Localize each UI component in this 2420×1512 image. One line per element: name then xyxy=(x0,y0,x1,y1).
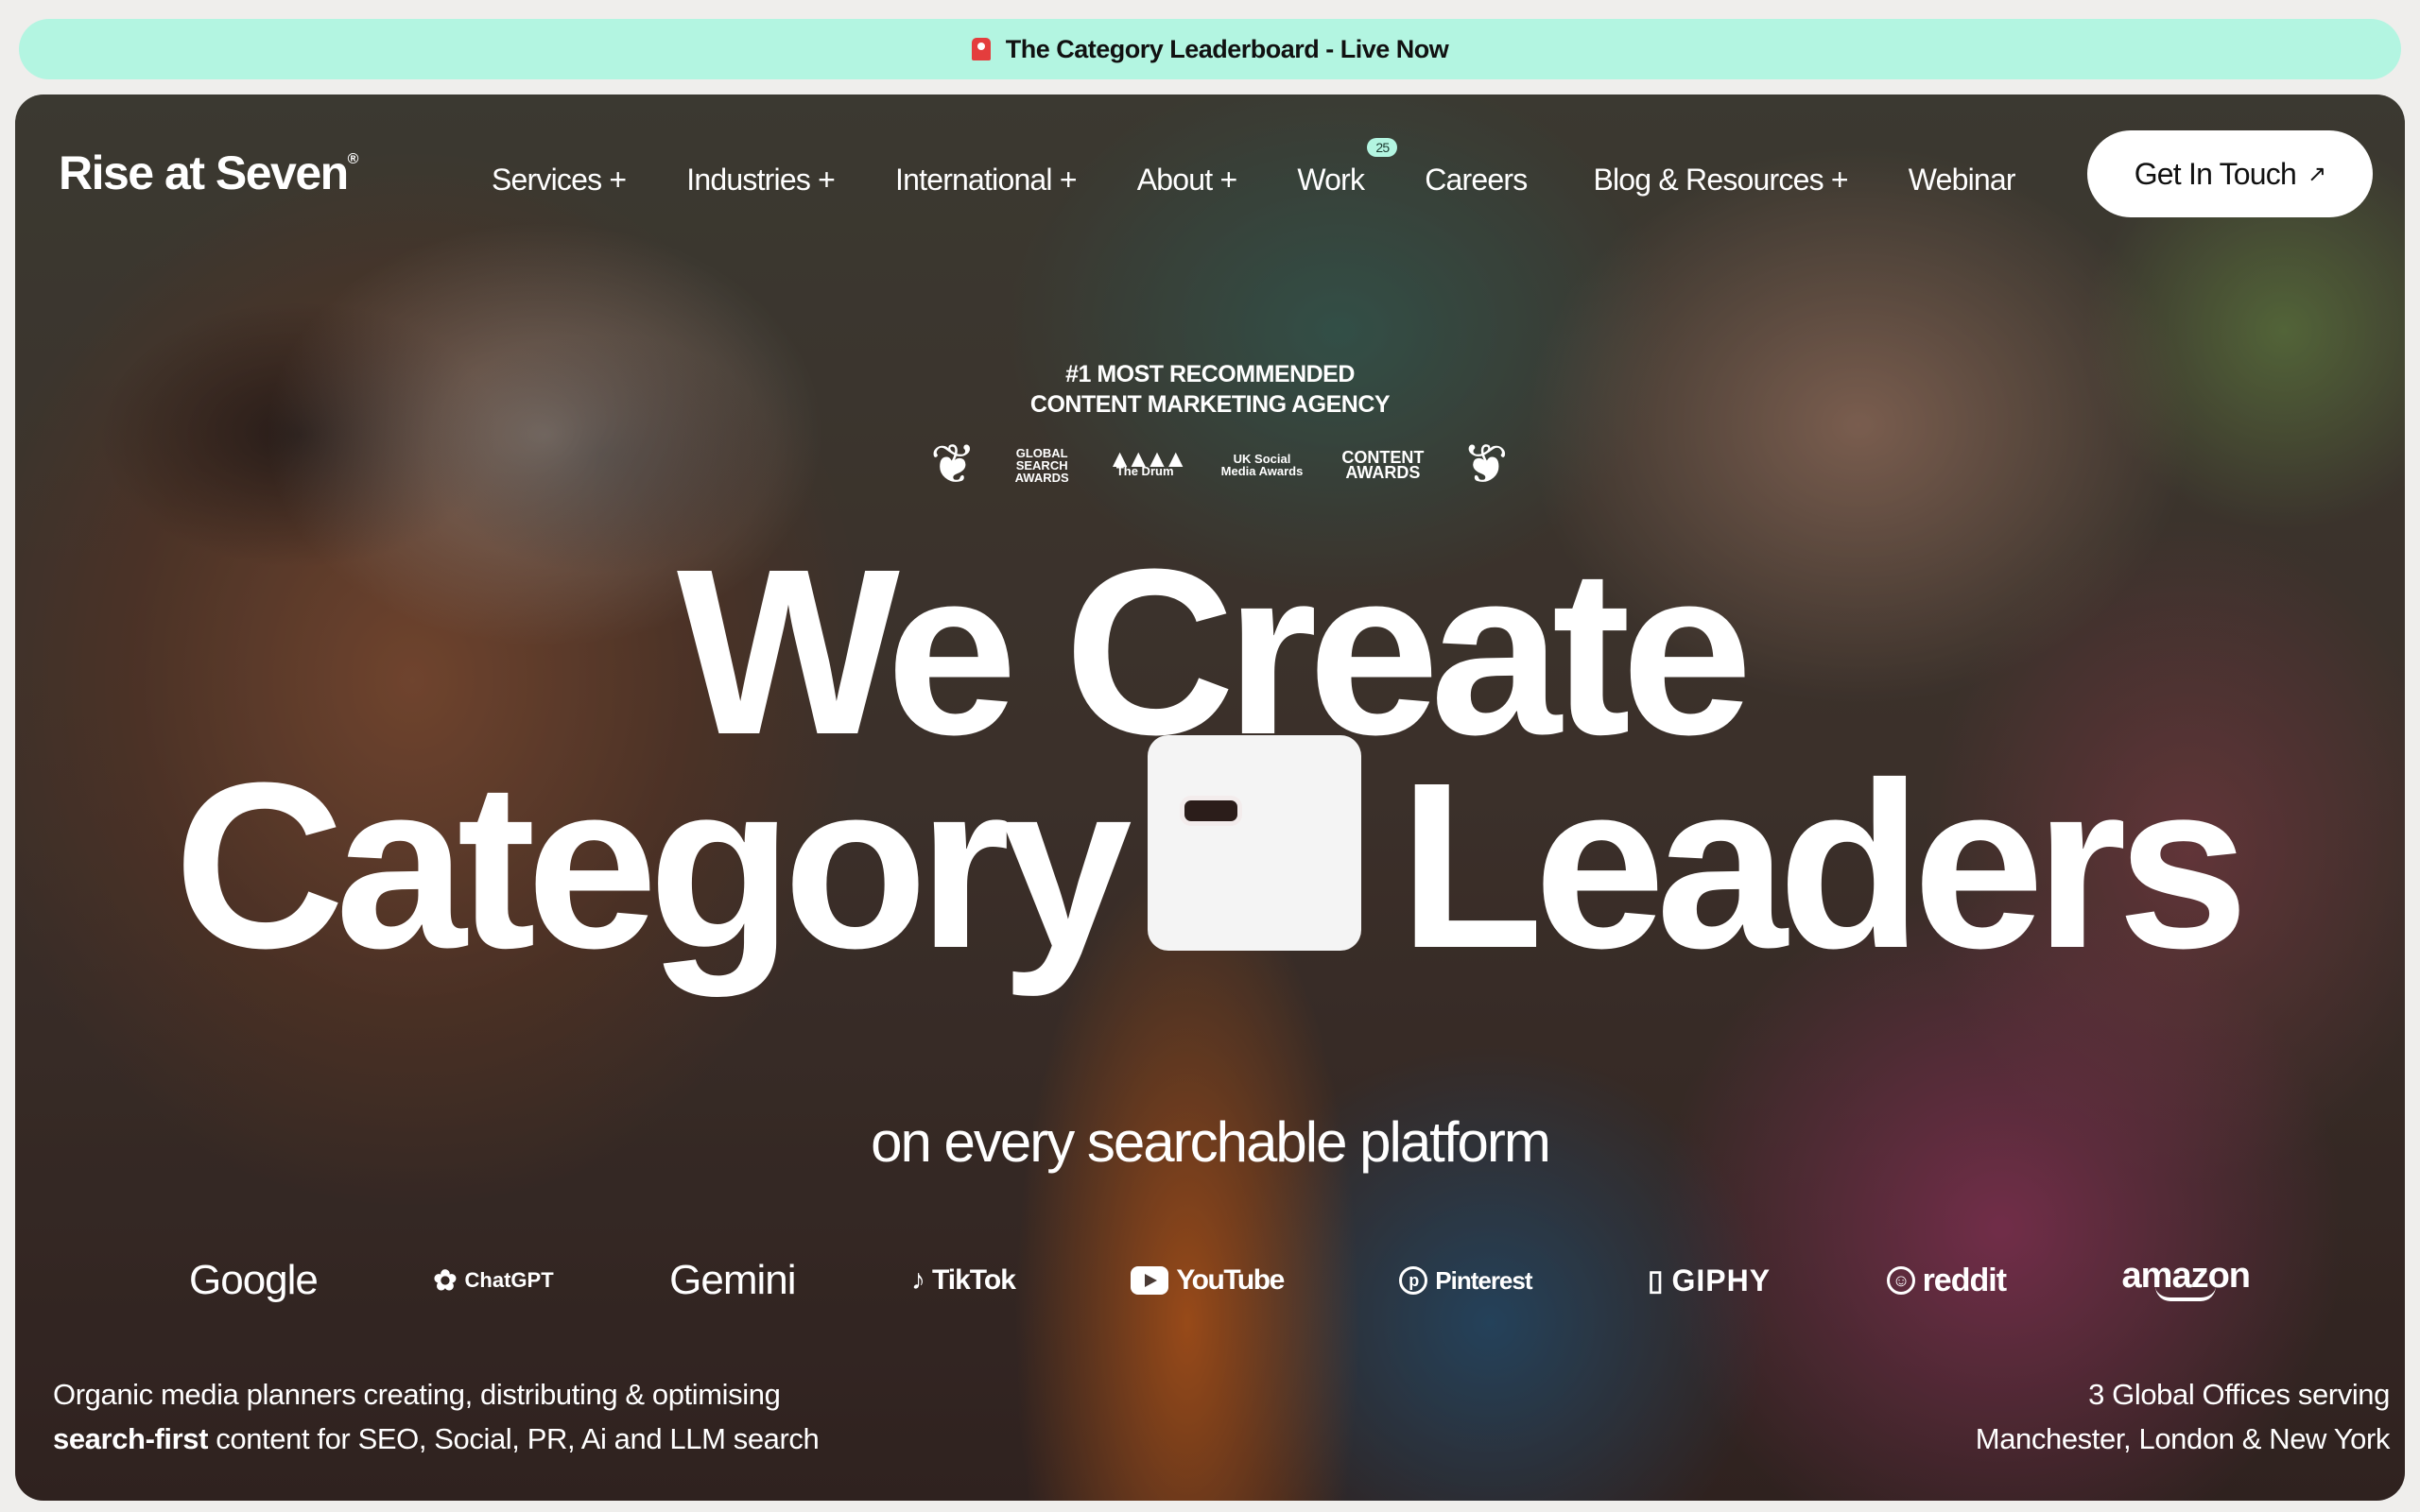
reddit-logo: ☺ reddit xyxy=(1886,1262,2007,1299)
sunglasses-shape xyxy=(1180,796,1242,826)
platform-name: Pinterest xyxy=(1435,1265,1532,1295)
platform-name: GIPHY xyxy=(1671,1263,1772,1297)
platform-name: Gemini xyxy=(669,1257,796,1303)
award-tagline: #1 MOST RECOMMENDED CONTENT MARKETING AG… xyxy=(15,359,2405,420)
offices-info: 3 Global Offices serving Manchester, Lon… xyxy=(1975,1372,2391,1461)
tagline-line-2: CONTENT MARKETING AGENCY xyxy=(1029,391,1391,418)
platform-name: reddit xyxy=(1922,1262,2007,1298)
offices-line-2: Manchester, London & New York xyxy=(1975,1422,2391,1455)
arrow-up-right-icon: ↗ xyxy=(2307,161,2326,187)
youtube-logo: YouTube xyxy=(1131,1264,1285,1297)
platform-name: Google xyxy=(189,1257,319,1303)
nav-item-blog-resources[interactable]: Blog & Resources + xyxy=(1593,163,1848,198)
platform-name: YouTube xyxy=(1176,1264,1285,1296)
laurel-left-icon: ❦ xyxy=(930,434,977,495)
award-global-search: GLOBAL SEARCH AWARDS xyxy=(1015,447,1069,484)
nav-item-work-label: Work xyxy=(1297,162,1365,197)
platform-name: ChatGPT xyxy=(464,1268,554,1292)
siren-icon xyxy=(971,38,991,60)
get-in-touch-label: Get In Touch xyxy=(2134,156,2297,191)
brand-name: Rise at Seven xyxy=(59,146,349,199)
openai-icon: ✿ xyxy=(433,1264,458,1297)
main-nav: Services + Industries + International + … xyxy=(492,137,2076,206)
platform-logos: Google ✿ ChatGPT Gemini ♪ TikTok YouTube p… xyxy=(189,1247,2251,1314)
get-in-touch-button[interactable]: Get In Touch ↗ xyxy=(2087,130,2373,217)
headline-word-leaders: Leaders xyxy=(1399,733,2249,997)
youtube-play-icon xyxy=(1131,1266,1169,1295)
headline-word-category: Category xyxy=(174,733,1132,997)
awards-row: ❦ GLOBAL SEARCH AWARDS ▲▲▲▲ The Drum UK … xyxy=(930,427,1509,503)
google-logo: Google xyxy=(189,1257,319,1304)
award-the-drum: ▲▲▲▲ The Drum xyxy=(1108,446,1188,478)
hero-section: Rise at Seven® Services + Industries + I… xyxy=(15,94,2405,1501)
nav-item-careers[interactable]: Careers xyxy=(1425,163,1528,198)
pinterest-icon: p xyxy=(1399,1266,1428,1295)
nav-item-webinar[interactable]: Webinar xyxy=(1909,163,2016,198)
amazon-smile-icon xyxy=(2155,1286,2217,1301)
nav-item-industries[interactable]: Industries + xyxy=(686,163,836,198)
registered-mark: ® xyxy=(347,151,359,167)
nav-item-work[interactable]: Work 25 xyxy=(1297,137,1398,198)
giphy-icon: ▯ xyxy=(1648,1264,1665,1297)
award-text: Media Awards xyxy=(1220,464,1304,478)
gemini-logo: Gemini xyxy=(669,1257,796,1304)
pinterest-logo: p Pinterest xyxy=(1399,1265,1533,1296)
announcement-text: The Category Leaderboard - Live Now xyxy=(1005,34,1449,63)
offices-line-1: 3 Global Offices serving xyxy=(2088,1378,2390,1411)
tiktok-note-icon: ♪ xyxy=(910,1264,925,1296)
announcement-bar[interactable]: The Category Leaderboard - Live Now xyxy=(19,19,2401,79)
description-line-1: Organic media planners creating, distrib… xyxy=(53,1378,781,1411)
award-text: GLOBAL xyxy=(1015,445,1068,460)
description-bold: search-first xyxy=(53,1422,209,1455)
award-text: AWARDS xyxy=(1014,470,1069,485)
award-uk-social: UK Social Media Awards xyxy=(1221,453,1304,477)
nav-item-international[interactable]: International + xyxy=(895,163,1078,198)
award-text: SEARCH xyxy=(1015,457,1068,472)
description-rest: content for SEO, Social, PR, Ai and LLM … xyxy=(208,1422,820,1455)
tiktok-logo: ♪ TikTok xyxy=(910,1264,1016,1297)
nav-item-services[interactable]: Services + xyxy=(492,163,627,198)
award-content-awards: CONTENT AWARDS xyxy=(1341,449,1424,482)
chatgpt-logo: ✿ ChatGPT xyxy=(433,1264,553,1297)
award-text: AWARDS xyxy=(1345,463,1421,482)
tagline-line-1: #1 MOST RECOMMENDED xyxy=(1065,361,1355,387)
award-text: The Drum xyxy=(1115,464,1174,478)
nav-item-about[interactable]: About + xyxy=(1137,163,1237,198)
giphy-logo: ▯ GIPHY xyxy=(1648,1263,1771,1298)
amazon-logo: amazon xyxy=(2122,1258,2251,1301)
subheadline: on every searchable platform xyxy=(871,1110,1551,1174)
platform-name: TikTok xyxy=(931,1264,1016,1296)
description-line-2: search-first content for SEO, Social, PR… xyxy=(53,1417,820,1461)
agency-description: Organic media planners creating, distrib… xyxy=(53,1372,820,1461)
laurel-right-icon: ❦ xyxy=(1462,434,1509,495)
work-count-badge: 25 xyxy=(1367,137,1398,157)
brand-logo[interactable]: Rise at Seven® xyxy=(59,146,359,200)
reddit-icon: ☺ xyxy=(1886,1266,1915,1295)
hero-inset-photo xyxy=(1148,735,1361,951)
